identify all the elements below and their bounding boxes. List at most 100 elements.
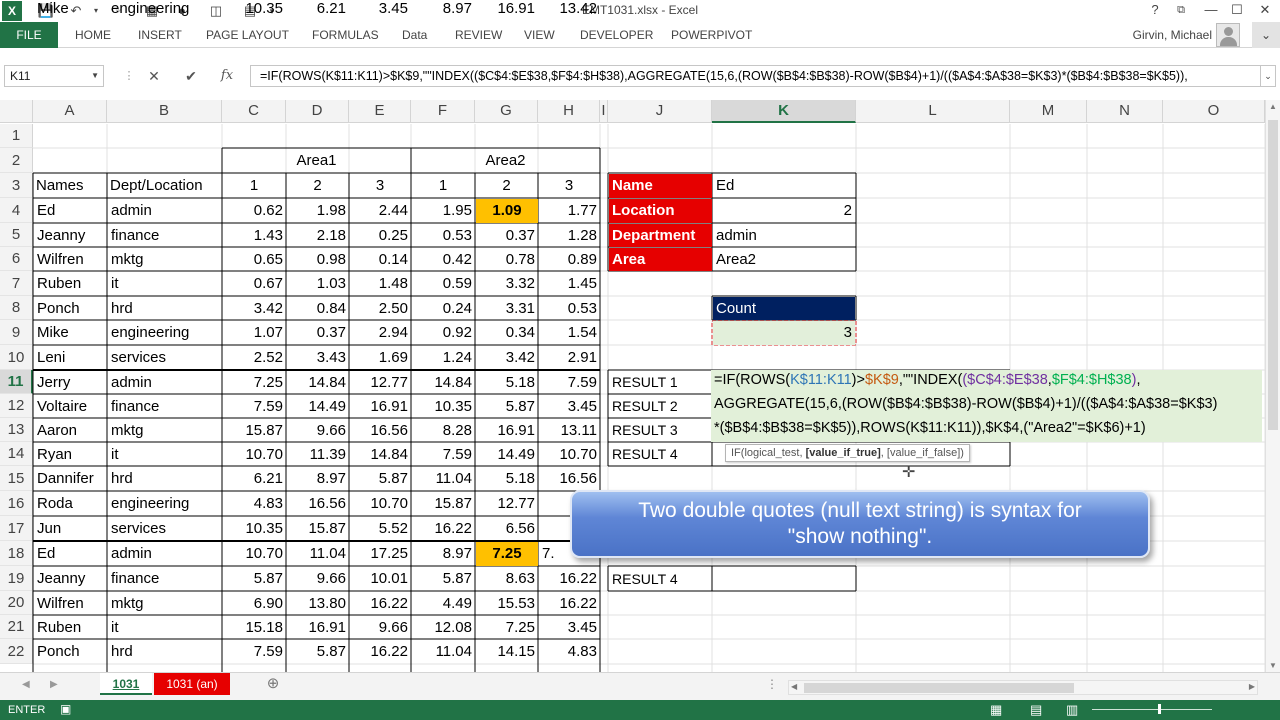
table-cell[interactable]: 7.59 <box>223 640 286 664</box>
table-header[interactable]: 2 <box>475 173 538 198</box>
criteria-value[interactable]: Ed <box>713 174 855 198</box>
table-cell[interactable]: 7.59 <box>223 395 286 418</box>
table-cell[interactable]: 3.45 <box>350 0 411 17</box>
table-header[interactable]: Dept/Location <box>107 173 222 198</box>
table-cell[interactable]: 2.44 <box>350 199 411 223</box>
vertical-scrollbar[interactable]: ▲ ▼ <box>1265 100 1280 672</box>
table-cell[interactable]: 5.87 <box>287 640 349 664</box>
table-cell[interactable]: Ryan <box>34 443 107 466</box>
table-cell[interactable]: 11.04 <box>412 467 475 491</box>
scroll-right-icon[interactable]: ▶ <box>1249 682 1255 691</box>
table-cell[interactable]: 0.25 <box>350 224 411 247</box>
table-cell[interactable]: 17.25 <box>350 542 411 566</box>
table-cell[interactable]: Wilfren <box>34 248 107 271</box>
table-cell[interactable]: 10.35 <box>223 517 286 541</box>
table-cell[interactable]: 13.11 <box>539 419 600 442</box>
table-cell[interactable]: 7.25 <box>223 371 286 394</box>
scroll-left-icon[interactable]: ◀ <box>791 682 797 691</box>
table-cell[interactable]: it <box>108 443 222 466</box>
scroll-up-icon[interactable]: ▲ <box>1269 102 1277 111</box>
criteria-value[interactable]: Area2 <box>713 248 855 271</box>
table-cell[interactable]: 16.56 <box>539 467 600 491</box>
table-cell[interactable]: Ed <box>34 542 107 566</box>
table-cell[interactable]: 14.49 <box>287 395 349 418</box>
table-cell[interactable]: 8.97 <box>412 0 475 17</box>
table-cell[interactable]: engineering <box>108 492 222 516</box>
table-cell[interactable]: admin <box>108 371 222 394</box>
table-cell[interactable]: 6.21 <box>223 467 286 491</box>
table-cell[interactable]: 0.37 <box>476 224 538 247</box>
table-cell[interactable]: 2.94 <box>350 321 411 345</box>
table-cell[interactable]: 4.49 <box>412 592 475 615</box>
table-header[interactable]: Names <box>33 173 107 198</box>
table-cell[interactable]: Leni <box>34 346 107 370</box>
table-cell[interactable]: 9.66 <box>287 419 349 442</box>
table-cell[interactable]: 10.35 <box>412 395 475 418</box>
table-cell[interactable]: 10.01 <box>350 567 411 591</box>
table-cell[interactable]: services <box>108 517 222 541</box>
table-cell[interactable]: 5.18 <box>476 467 538 491</box>
table-cell[interactable]: 12.08 <box>412 616 475 639</box>
zoom-slider[interactable] <box>1092 709 1212 710</box>
prev-sheet-icon[interactable]: ◀ <box>22 679 30 690</box>
vertical-scroll-thumb[interactable] <box>1268 120 1278 430</box>
table-cell[interactable]: 16.22 <box>350 640 411 664</box>
table-cell[interactable]: Mike <box>34 321 107 345</box>
table-cell[interactable]: 13.42 <box>539 0 600 17</box>
table-cell[interactable]: 3.42 <box>223 297 286 320</box>
table-cell[interactable]: 15.87 <box>412 492 475 516</box>
table-cell[interactable]: 2.50 <box>350 297 411 320</box>
result-label[interactable]: RESULT 3 <box>609 419 712 442</box>
table-cell[interactable]: 5.87 <box>476 395 538 418</box>
table-cell[interactable]: 14.49 <box>476 443 538 466</box>
tab-split-handle-icon[interactable]: ⋮ <box>766 677 778 691</box>
table-cell[interactable]: 8.63 <box>476 567 538 591</box>
table-header[interactable]: 2 <box>286 173 349 198</box>
table-cell[interactable]: 6.21 <box>287 0 349 17</box>
table-cell[interactable]: 0.67 <box>223 272 286 296</box>
table-cell[interactable]: 9.66 <box>350 616 411 639</box>
table-cell[interactable]: it <box>108 616 222 639</box>
table-cell[interactable]: 3.45 <box>539 395 600 418</box>
table-cell[interactable]: 7.25 <box>476 616 538 639</box>
table-cell[interactable]: 1.95 <box>412 199 475 223</box>
table-cell[interactable]: mktg <box>108 248 222 271</box>
table-cell[interactable]: 1.43 <box>223 224 286 247</box>
table-header[interactable]: 3 <box>538 173 600 198</box>
table-cell[interactable]: 15.53 <box>476 592 538 615</box>
cell-edit-area[interactable]: =IF(ROWS(K$11:K11)>$K$9,""INDEX(($C$4:$E… <box>711 370 1262 442</box>
macro-record-icon[interactable]: ▣ <box>60 702 71 716</box>
table-cell[interactable]: 14.84 <box>350 443 411 466</box>
table-cell[interactable]: engineering <box>108 0 222 17</box>
table-cell[interactable]: 7.59 <box>539 371 600 394</box>
table-cell[interactable]: 1.48 <box>350 272 411 296</box>
table-cell[interactable]: 5.52 <box>350 517 411 541</box>
table-cell[interactable]: 1.03 <box>287 272 349 296</box>
table-cell[interactable]: mktg <box>108 419 222 442</box>
criteria-label[interactable]: Department <box>609 224 712 247</box>
table-cell[interactable]: 14.84 <box>287 371 349 394</box>
table-cell[interactable]: 4.83 <box>539 640 600 664</box>
table-cell[interactable]: 10.70 <box>539 443 600 466</box>
table-cell[interactable]: 8.97 <box>412 542 475 566</box>
table-cell[interactable]: 15.87 <box>223 419 286 442</box>
table-cell[interactable]: 0.92 <box>412 321 475 345</box>
table-cell[interactable]: 11.04 <box>412 640 475 664</box>
table-cell[interactable]: 1.28 <box>539 224 600 247</box>
table-cell[interactable]: 15.18 <box>223 616 286 639</box>
table-cell[interactable]: 8.97 <box>287 467 349 491</box>
table-cell[interactable]: 10.35 <box>223 0 286 17</box>
table-cell[interactable]: Dannifer <box>34 467 107 491</box>
table-header[interactable]: 1 <box>222 173 286 198</box>
table-cell[interactable]: 0.53 <box>539 297 600 320</box>
table-cell[interactable]: 16.22 <box>539 567 600 591</box>
table-cell[interactable]: Roda <box>34 492 107 516</box>
table-cell[interactable]: 3.45 <box>539 616 600 639</box>
table-cell[interactable]: 5.87 <box>412 567 475 591</box>
table-cell[interactable]: 1.07 <box>223 321 286 345</box>
scroll-down-icon[interactable]: ▼ <box>1269 661 1277 670</box>
table-cell[interactable]: 7.59 <box>412 443 475 466</box>
table-cell[interactable]: 8.28 <box>412 419 475 442</box>
table-cell[interactable]: hrd <box>108 297 222 320</box>
table-cell[interactable]: hrd <box>108 467 222 491</box>
